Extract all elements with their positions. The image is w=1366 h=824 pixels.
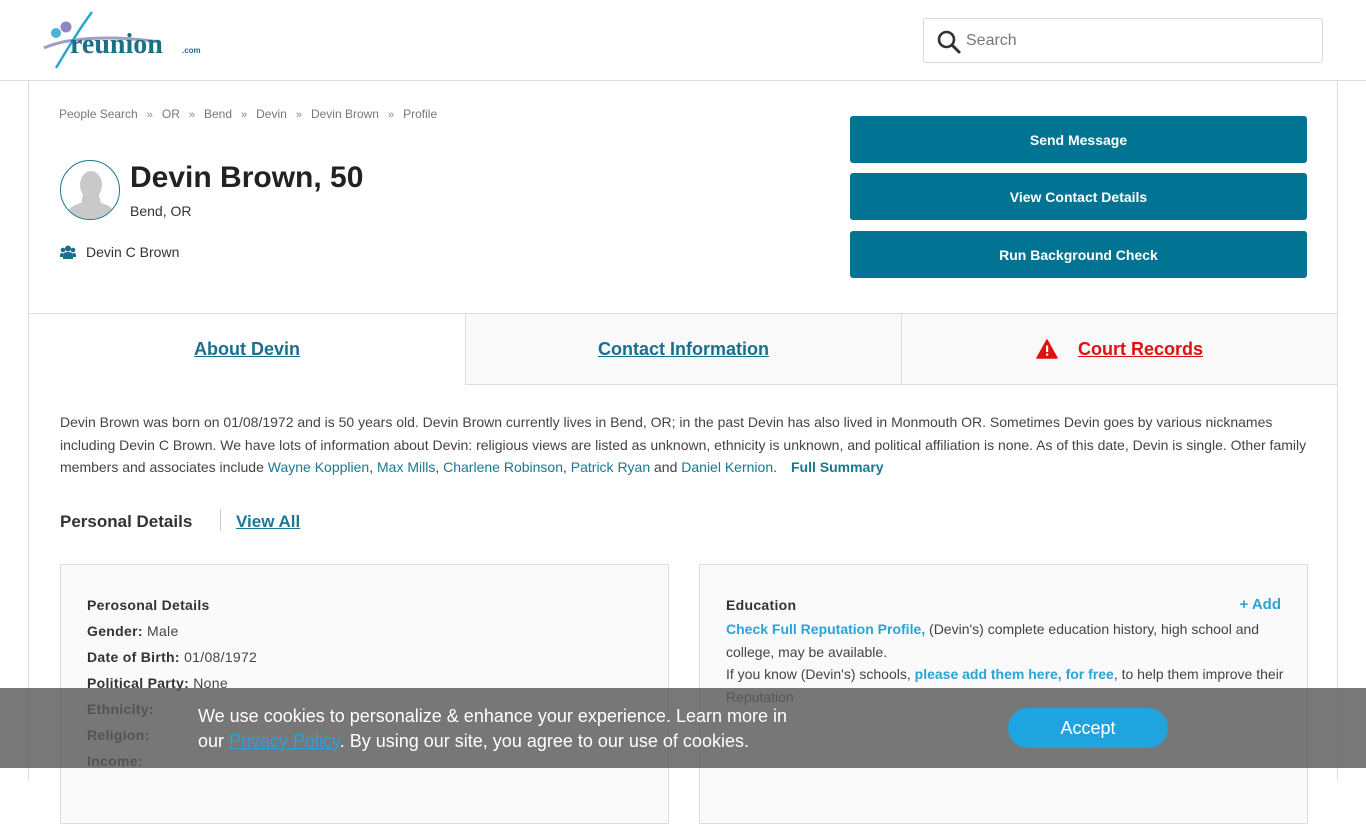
summary-separator: and xyxy=(650,459,682,475)
tab-about[interactable]: About Devin xyxy=(29,314,465,385)
breadcrumb-people-search[interactable]: People Search xyxy=(59,107,138,121)
detail-value: 01/08/1972 xyxy=(184,649,258,665)
profile-container: People Search » OR » Bend » Devin » Devin Brown »… xyxy=(28,81,1338,824)
profile-name: Devin Brown, 50 xyxy=(130,161,364,194)
tab-contact-label[interactable]: Contact Information xyxy=(598,339,769,360)
summary-separator: , xyxy=(435,459,444,475)
view-all-link[interactable]: View All xyxy=(236,512,300,532)
person-silhouette-icon xyxy=(63,171,119,219)
detail-label: Gender: xyxy=(87,623,143,639)
personal-details-heading: Personal Details xyxy=(60,512,193,531)
view-contact-details-button[interactable]: View Contact Details xyxy=(850,173,1307,220)
breadcrumb-separator: » xyxy=(146,109,153,121)
breadcrumb-city[interactable]: Bend xyxy=(204,107,232,121)
about-summary: Devin Brown was born on 01/08/1972 and i… xyxy=(60,411,1310,479)
warning-icon xyxy=(1036,339,1058,359)
breadcrumb-separator: » xyxy=(387,109,395,121)
check-reputation-link[interactable]: Check Full Reputation Profile, xyxy=(726,621,925,637)
tab-about-label[interactable]: About Devin xyxy=(194,339,300,360)
relative-link[interactable]: Daniel Kernion xyxy=(681,459,773,475)
privacy-policy-link[interactable]: Privacy Policy xyxy=(229,731,340,751)
add-schools-link[interactable]: please add them here, for free xyxy=(915,666,1114,682)
summary-separator: , xyxy=(562,459,571,475)
education-text-2: If you know (Devin's) schools, xyxy=(726,666,915,682)
tab-court-records[interactable]: Court Records xyxy=(901,314,1337,385)
detail-value: Male xyxy=(146,623,179,639)
card-title: Perosonal Details xyxy=(87,597,210,613)
profile-location: Bend, OR xyxy=(130,203,192,219)
detail-row-dob: Date of Birth: 01/08/1972 xyxy=(87,649,257,665)
breadcrumb: People Search » OR » Bend » Devin » Devin Brown »… xyxy=(59,107,437,121)
breadcrumb-separator: » xyxy=(188,109,195,121)
relative-link[interactable]: Patrick Ryan xyxy=(571,459,650,475)
detail-row-gender: Gender: Male xyxy=(87,623,179,639)
tab-contact-information[interactable]: Contact Information xyxy=(465,314,901,385)
breadcrumb-separator: » xyxy=(295,109,302,121)
avatar xyxy=(60,160,120,220)
heading-divider xyxy=(220,509,221,531)
svg-text:reunion: reunion xyxy=(70,29,163,60)
detail-label: Date of Birth: xyxy=(87,649,180,665)
summary-separator: , xyxy=(369,459,377,475)
accept-cookies-button[interactable]: Accept xyxy=(1008,708,1168,748)
breadcrumb-current: Profile xyxy=(403,107,438,121)
svg-text:.com: .com xyxy=(182,46,201,55)
full-summary-link[interactable]: Full Summary xyxy=(791,459,884,475)
cookie-message: We use cookies to personalize & enhance … xyxy=(198,704,818,754)
breadcrumb-full-name[interactable]: Devin Brown xyxy=(311,107,379,121)
run-background-check-button[interactable]: Run Background Check xyxy=(850,231,1307,278)
search-box[interactable] xyxy=(923,18,1323,63)
send-message-button[interactable]: Send Message xyxy=(850,116,1307,163)
tab-court-label[interactable]: Court Records xyxy=(1078,339,1203,360)
search-input[interactable] xyxy=(966,19,1316,62)
top-header: reunion .com xyxy=(0,0,1366,81)
cookie-text: . By using our site, you agree to our us… xyxy=(339,731,749,751)
cookie-banner: We use cookies to personalize & enhance … xyxy=(0,688,1366,768)
relative-link[interactable]: Wayne Kopplien xyxy=(268,459,369,475)
summary-end: . xyxy=(773,459,777,475)
profile-tabs: About Devin Contact Information Court Re… xyxy=(29,313,1337,385)
reunion-logo[interactable]: reunion .com xyxy=(40,8,210,72)
add-education-link[interactable]: + Add xyxy=(1239,596,1281,613)
relative-link[interactable]: Max Mills xyxy=(377,459,435,475)
aka-row: Devin C Brown xyxy=(60,244,179,260)
breadcrumb-first-name[interactable]: Devin xyxy=(256,107,287,121)
search-icon xyxy=(937,30,961,54)
relative-link[interactable]: Charlene Robinson xyxy=(443,459,563,475)
aka-name: Devin C Brown xyxy=(86,244,180,260)
education-title: Education xyxy=(726,597,797,613)
users-icon xyxy=(60,245,76,259)
breadcrumb-state[interactable]: OR xyxy=(162,107,180,121)
breadcrumb-separator: » xyxy=(241,109,248,121)
